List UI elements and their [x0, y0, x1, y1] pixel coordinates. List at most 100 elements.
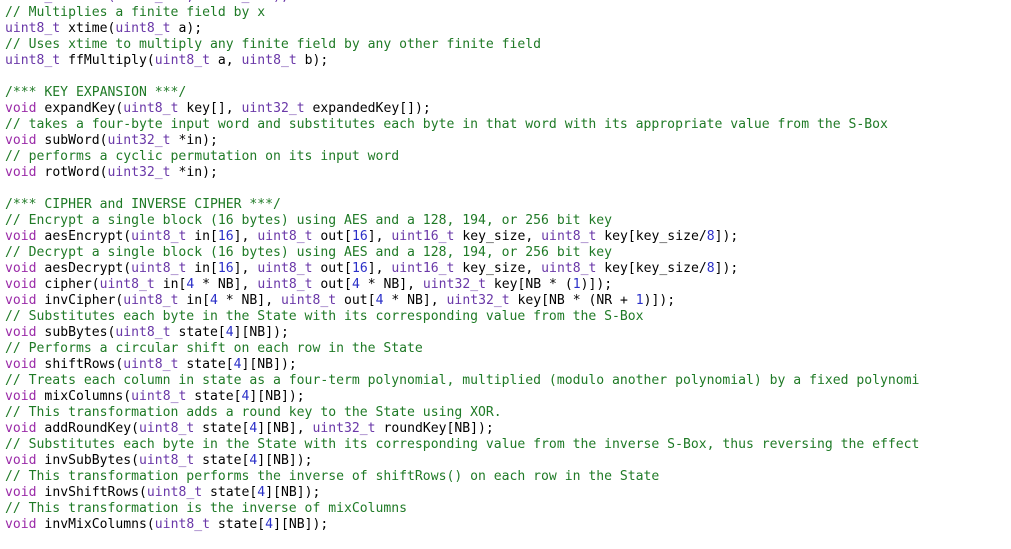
code-token-plain: key_size, [454, 229, 542, 244]
code-line: void invCipher(uint8_t in[4 * NB], uint8… [0, 293, 1011, 309]
code-token-comment: // Substitutes each byte in the State wi… [5, 309, 644, 324]
code-line: // Performs a circular shift on each row… [0, 341, 1011, 357]
code-token-plain: ][NB]); [265, 485, 321, 500]
code-token-plain: state[ [170, 325, 226, 340]
code-line: void aesDecrypt(uint8_t in[16], uint8_t … [0, 261, 1011, 277]
code-token-plain: in[ [186, 229, 218, 244]
code-token-plain: ][NB]); [273, 517, 329, 532]
code-line: void addRoundKey(uint8_t state[4][NB], u… [0, 421, 1011, 437]
code-token-keyword: void [5, 517, 37, 532]
code-token-plain: ffMultiply( [60, 53, 155, 68]
code-token-plain: )]); [580, 277, 613, 292]
code-token-plain: ], [367, 261, 392, 276]
code-token-type: uint8_t [541, 229, 597, 244]
code-token-plain: key[key_size/ [596, 261, 707, 276]
code-token-plain: ][NB], [257, 421, 313, 436]
code-token-comment: // This transformation is the inverse of… [5, 501, 408, 516]
code-token-type: uint8_t [154, 517, 210, 532]
code-token-plain: subWord( [36, 133, 108, 148]
code-token-plain: subBytes( [36, 325, 116, 340]
code-token-number: 4 [351, 277, 360, 292]
code-token-plain: key_size, [454, 261, 542, 276]
code-editor[interactable]: uint8_t ffAdd(uint8_t a, uint8_t b);// M… [0, 0, 1011, 549]
code-token-keyword: void [5, 293, 37, 308]
code-token-comment: // Multiplies a finite field by x [5, 5, 266, 20]
code-token-type: uint8_t [123, 357, 179, 372]
code-token-plain: invShiftRows( [36, 485, 147, 500]
code-token-plain: aesDecrypt( [36, 261, 132, 276]
code-token-number: 4 [257, 485, 266, 500]
code-token-number: 4 [225, 325, 234, 340]
code-token-type: uint8_t [131, 261, 187, 276]
code-token-type: uint8_t [139, 421, 195, 436]
code-token-keyword: void [5, 357, 37, 372]
code-token-number: 4 [210, 293, 218, 308]
code-token-type: uint16_t [391, 261, 455, 276]
code-line: // Treats each column in state as a four… [0, 373, 1011, 389]
code-token-plain: rotWord( [36, 165, 108, 180]
code-token-plain: mixColumns( [36, 389, 132, 404]
code-token-plain: out[ [312, 229, 352, 244]
code-token-plain: cipher( [36, 277, 100, 292]
code-token-plain: ], [233, 261, 258, 276]
code-token-plain: state[ [209, 517, 266, 532]
code-token-comment: // Uses xtime to multiply any finite fie… [5, 37, 542, 52]
code-token-plain: out[ [312, 277, 352, 292]
code-token-number: 1 [572, 277, 581, 292]
code-token-type: uint8_t [131, 229, 187, 244]
code-token-plain: key[key_size/ [596, 229, 707, 244]
code-token-plain: key[], [178, 101, 242, 116]
code-token-plain: xtime( [60, 21, 116, 36]
code-token-plain: key[NB * (NR + [509, 293, 636, 308]
code-token-keyword: void [5, 325, 37, 340]
code-token-plain: ], [367, 229, 392, 244]
code-token-keyword: void [5, 453, 37, 468]
code-token-comment: // takes a four-byte input word and subs… [5, 117, 888, 132]
code-token-keyword: void [5, 277, 37, 292]
code-token-type: uint8_t [115, 21, 171, 36]
code-token-number: 16 [351, 229, 368, 244]
code-token-plain: roundKey[NB]); [375, 421, 494, 436]
code-lines: uint8_t ffAdd(uint8_t a, uint8_t b);// M… [0, 0, 1011, 533]
code-token-comment: // Substitutes each byte in the State wi… [5, 437, 920, 452]
code-line: // Decrypt a single block (16 bytes) usi… [0, 245, 1011, 261]
code-line: void subWord(uint32_t *in); [0, 133, 1011, 149]
code-line: void aesEncrypt(uint8_t in[16], uint8_t … [0, 229, 1011, 245]
code-token-plain: * NB], [383, 293, 447, 308]
code-token-type: uint8_t [257, 277, 313, 292]
code-line: void invSubBytes(uint8_t state[4][NB]); [0, 453, 1011, 469]
code-token-plain: out[ [336, 293, 376, 308]
code-token-plain: * NB], [194, 277, 258, 292]
code-token-plain: aesEncrypt( [36, 229, 132, 244]
code-token-plain: in[ [178, 293, 210, 308]
code-line: // Encrypt a single block (16 bytes) usi… [0, 213, 1011, 229]
code-token-plain: ]); [714, 229, 739, 244]
code-token-type: uint8_t [241, 53, 297, 68]
code-token-plain: invCipher( [36, 293, 124, 308]
code-token-type: uint8_t [257, 229, 313, 244]
code-token-comment: // Performs a circular shift on each row… [5, 341, 423, 356]
code-line: /*** KEY EXPANSION ***/ [0, 85, 1011, 101]
code-line: // Uses xtime to multiply any finite fie… [0, 37, 1011, 53]
code-token-comment: /*** CIPHER and INVERSE CIPHER ***/ [5, 197, 281, 212]
code-token-number: 1 [635, 293, 644, 308]
code-line: uint8_t ffMultiply(uint8_t a, uint8_t b)… [0, 53, 1011, 69]
code-token-plain: uint8_t ffAdd(uint8_t a, uint8_t b); [5, 0, 289, 4]
code-line: void rotWord(uint32_t *in); [0, 165, 1011, 181]
code-token-plain: b); [296, 53, 329, 68]
code-token-type: uint8_t [154, 53, 210, 68]
code-token-type: uint16_t [391, 229, 455, 244]
code-token-type: uint32_t [107, 133, 171, 148]
code-token-plain: in[ [186, 261, 218, 276]
code-token-type: uint32_t [422, 277, 486, 292]
code-token-plain: in[ [154, 277, 187, 292]
code-token-plain: *in); [170, 165, 218, 180]
code-token-keyword: void [5, 389, 37, 404]
code-token-number: 16 [217, 261, 234, 276]
code-token-number: 8 [706, 261, 715, 276]
code-line: /*** CIPHER and INVERSE CIPHER ***/ [0, 197, 1011, 213]
code-line: void subBytes(uint8_t state[4][NB]); [0, 325, 1011, 341]
code-token-plain: addRoundKey( [36, 421, 140, 436]
